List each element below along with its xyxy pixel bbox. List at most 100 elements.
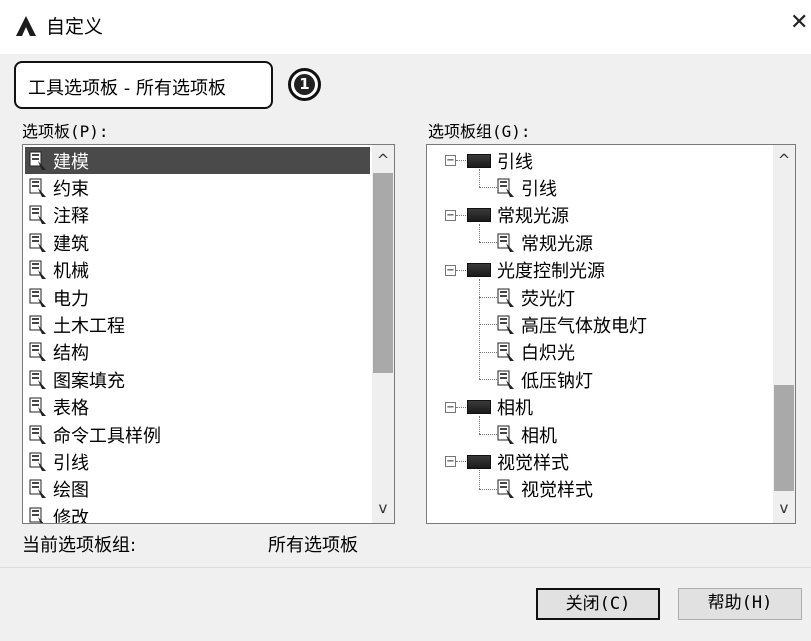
tree-connector <box>479 169 480 188</box>
tool-palette-icon <box>497 370 515 390</box>
collapse-icon[interactable]: − <box>445 401 456 413</box>
tree-connector <box>479 223 480 243</box>
palette-item-label: 白炽光 <box>521 343 575 365</box>
scroll-up-icon[interactable]: ^ <box>372 149 394 171</box>
palette-list-item[interactable]: 修改 <box>25 503 370 523</box>
palette-list-item[interactable]: 结构 <box>25 339 370 366</box>
palette-item-label: 机械 <box>53 261 89 283</box>
tab-label: 工具选项板 - 所有选项板 <box>28 78 226 99</box>
palette-group-node[interactable]: 相机 <box>467 394 533 421</box>
palette-list-item[interactable]: 约束 <box>25 174 370 201</box>
tree-connector <box>456 461 466 463</box>
palette-item-label: 约束 <box>53 178 89 200</box>
palette-list-item[interactable]: 绘图 <box>25 476 370 503</box>
tool-palette-icon <box>29 370 47 390</box>
tool-palette-icon <box>29 425 47 445</box>
scroll-thumb[interactable] <box>774 385 794 491</box>
tool-palette-icon <box>29 507 47 523</box>
tool-palette-icon <box>29 151 47 171</box>
scroll-thumb[interactable] <box>373 173 393 373</box>
tree-connector <box>479 470 480 489</box>
collapse-icon[interactable]: − <box>445 155 456 166</box>
scroll-down-icon[interactable]: v <box>372 497 394 519</box>
palette-item-label: 电力 <box>53 288 89 310</box>
palette-item-label: 常规光源 <box>521 233 593 255</box>
tool-palette-icon <box>29 315 47 335</box>
divider <box>0 567 811 568</box>
group-label: 光度控制光源 <box>497 261 605 283</box>
palette-item-label: 图案填充 <box>53 370 125 392</box>
tool-palette-icon <box>497 178 515 198</box>
help-button[interactable]: 帮助(H) <box>678 588 802 620</box>
palette-list-item[interactable]: 土木工程 <box>25 311 370 338</box>
palette-group-node[interactable]: 光度控制光源 <box>467 257 605 284</box>
palette-list-item[interactable]: 命令工具样例 <box>25 421 370 448</box>
group-label: 引线 <box>497 151 533 173</box>
palette-item-label: 建筑 <box>53 233 89 255</box>
palettes-list[interactable]: 建模约束注释建筑机械电力 土木工程结构图案填充表格命令工具样例 引线绘图 修改 ^ v <box>22 144 395 524</box>
palette-list-item[interactable]: 建筑 <box>25 229 370 256</box>
palette-list-item[interactable]: 表格 <box>25 394 370 421</box>
group-label: 相机 <box>497 398 533 420</box>
palette-tree-item[interactable]: 引线 <box>493 174 557 201</box>
tool-palette-icon <box>497 315 515 335</box>
palette-item-label: 结构 <box>53 343 89 365</box>
palette-groups-tree[interactable]: − 引线 引线 − 常规光源 常规光源 − 光度控制光源 荧光灯 高压气体放电灯 白炽光 低压钠灯 − 相… <box>426 144 796 524</box>
tool-palette-icon <box>29 178 47 198</box>
palette-list-item[interactable]: 建模 <box>25 147 370 174</box>
palette-item-label: 引线 <box>53 452 89 474</box>
callout-number: 1 <box>294 74 315 95</box>
scroll-up-icon[interactable]: ^ <box>773 149 795 171</box>
current-group-label: 当前选项板组: <box>22 535 137 556</box>
groups-scrollbar[interactable]: ^ v <box>773 145 795 523</box>
scroll-down-icon[interactable]: v <box>773 497 795 519</box>
palette-item-label: 高压气体放电灯 <box>521 315 647 337</box>
tree-connector <box>479 278 480 380</box>
palette-item-label: 注释 <box>53 206 89 228</box>
tool-palette-icon <box>29 260 47 280</box>
palette-groups-label: 选项板组(G): <box>428 122 531 141</box>
collapse-icon[interactable]: − <box>445 264 456 276</box>
palette-list-item[interactable]: 电力 <box>25 284 370 311</box>
palette-item-label: 命令工具样例 <box>53 425 161 447</box>
palette-item-label: 表格 <box>53 398 89 420</box>
group-label: 常规光源 <box>497 206 569 228</box>
tool-palette-icon <box>29 288 47 308</box>
close-window-icon[interactable]: ✕ <box>790 10 808 35</box>
palette-group-node[interactable]: 常规光源 <box>467 202 569 229</box>
palette-tree-item[interactable]: 白炽光 <box>493 339 575 366</box>
title-bar: 自定义 ✕ <box>0 0 811 54</box>
palette-tree-item[interactable]: 低压钠灯 <box>493 366 593 393</box>
tool-palette-icon <box>497 233 515 253</box>
folder-icon <box>467 208 491 223</box>
palettes-scrollbar[interactable]: ^ v <box>372 145 394 523</box>
tree-connector <box>456 406 466 408</box>
palette-item-label: 荧光灯 <box>521 288 575 310</box>
palette-tree-item[interactable]: 荧光灯 <box>493 284 575 311</box>
palette-group-node[interactable]: 视觉样式 <box>467 448 569 475</box>
tree-connector <box>456 214 466 216</box>
palette-item-label: 低压钠灯 <box>521 370 593 392</box>
palette-tree-item[interactable]: 相机 <box>493 421 557 448</box>
palette-tree-item[interactable]: 视觉样式 <box>493 476 593 503</box>
tab-all-palettes[interactable]: 工具选项板 - 所有选项板 <box>14 61 273 109</box>
close-button[interactable]: 关闭(C) <box>536 588 660 620</box>
palette-list-item[interactable]: 注释 <box>25 202 370 229</box>
collapse-icon[interactable]: − <box>445 456 456 468</box>
tool-palette-icon <box>29 397 47 417</box>
tool-palette-icon <box>497 425 515 445</box>
collapse-icon[interactable]: − <box>445 209 456 221</box>
palette-list-item[interactable]: 引线 <box>25 448 370 475</box>
palette-group-node[interactable]: 引线 <box>467 147 533 174</box>
palette-list-item[interactable]: 图案填充 <box>25 366 370 393</box>
tree-connector <box>479 415 480 434</box>
group-label: 视觉样式 <box>497 452 569 474</box>
tool-palette-icon <box>497 288 515 308</box>
palettes-label: 选项板(P): <box>22 122 109 141</box>
palette-list-item[interactable]: 机械 <box>25 257 370 284</box>
callout-badge: 1 <box>288 68 321 101</box>
palette-tree-item[interactable]: 高压气体放电灯 <box>493 311 647 338</box>
palette-tree-item[interactable]: 常规光源 <box>493 229 593 256</box>
tool-palette-icon <box>29 479 47 499</box>
palette-item-label: 绘图 <box>53 480 89 502</box>
